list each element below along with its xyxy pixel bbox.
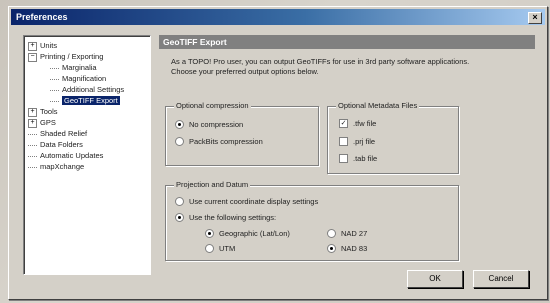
no-compression-radio[interactable]: No compression: [175, 120, 243, 129]
tree-item-gps[interactable]: + GPS: [26, 117, 148, 128]
tree-connector: [28, 144, 37, 146]
tree-item-printing-exporting[interactable]: − Printing / Exporting: [26, 51, 148, 62]
compression-group: Optional compression: [165, 101, 319, 166]
panel-description: As a TOPO! Pro user, you can output GeoT…: [171, 57, 470, 76]
radio-icon: [175, 197, 184, 206]
preferences-tree[interactable]: + Units − Printing / Exporting Marginalia …: [23, 35, 151, 275]
tree-connector: [28, 133, 37, 135]
use-following-settings-radio[interactable]: Use the following settings:: [175, 213, 276, 222]
expand-icon[interactable]: +: [28, 41, 37, 51]
tree-connector: [50, 67, 59, 69]
tree-item-mapxchange[interactable]: mapXchange: [26, 161, 148, 172]
cancel-button[interactable]: Cancel: [473, 270, 529, 288]
tree-item-units[interactable]: + Units: [26, 40, 148, 51]
expand-icon[interactable]: +: [28, 118, 37, 128]
tree-item-automatic-updates[interactable]: Automatic Updates: [26, 150, 148, 161]
tree-item-marginalia[interactable]: Marginalia: [26, 62, 148, 73]
tab-file-checkbox[interactable]: .tab file: [339, 154, 377, 163]
nad27-radio[interactable]: NAD 27: [327, 229, 367, 238]
close-icon[interactable]: ×: [528, 12, 542, 24]
tree-connector: [28, 166, 37, 168]
tree-item-data-folders[interactable]: Data Folders: [26, 139, 148, 150]
expand-icon[interactable]: +: [28, 107, 37, 117]
radio-icon: [175, 213, 184, 222]
projection-group-title: Projection and Datum: [174, 180, 251, 189]
collapse-icon[interactable]: −: [28, 52, 37, 62]
metadata-group-title: Optional Metadata Files: [336, 101, 420, 110]
tree-item-shaded-relief[interactable]: Shaded Relief: [26, 128, 148, 139]
radio-icon: [175, 120, 184, 129]
tree-item-geotiff-export[interactable]: GeoTIFF Export: [26, 95, 148, 106]
radio-icon: [327, 229, 336, 238]
radio-icon: [205, 244, 214, 253]
prj-file-checkbox[interactable]: .prj file: [339, 137, 375, 146]
tree-connector: [50, 100, 59, 102]
tree-item-magnification[interactable]: Magnification: [26, 73, 148, 84]
checkbox-icon: [339, 137, 348, 146]
tree-item-tools[interactable]: + Tools: [26, 106, 148, 117]
tree-connector: [50, 78, 59, 80]
panel-title: GeoTIFF Export: [159, 35, 535, 49]
tree-connector: [50, 89, 59, 91]
title-bar[interactable]: Preferences ×: [11, 9, 545, 25]
radio-icon: [327, 244, 336, 253]
use-current-settings-radio[interactable]: Use current coordinate display settings: [175, 197, 318, 206]
tree-connector: [28, 155, 37, 157]
compression-group-title: Optional compression: [174, 101, 251, 110]
radio-icon: [175, 137, 184, 146]
geographic-radio[interactable]: Geographic (Lat/Lon): [205, 229, 290, 238]
tree-item-additional-settings[interactable]: Additional Settings: [26, 84, 148, 95]
radio-icon: [205, 229, 214, 238]
preferences-dialog: Preferences × + Units − Printing / Exporti…: [8, 6, 548, 300]
checkbox-icon: [339, 154, 348, 163]
nad83-radio[interactable]: NAD 83: [327, 244, 367, 253]
window-title: Preferences: [16, 12, 68, 22]
utm-radio[interactable]: UTM: [205, 244, 235, 253]
packbits-compression-radio[interactable]: PackBits compression: [175, 137, 263, 146]
ok-button[interactable]: OK: [407, 270, 463, 288]
checkmark-icon: ✓: [339, 119, 348, 128]
tfw-file-checkbox[interactable]: ✓ .tfw file: [339, 119, 376, 128]
